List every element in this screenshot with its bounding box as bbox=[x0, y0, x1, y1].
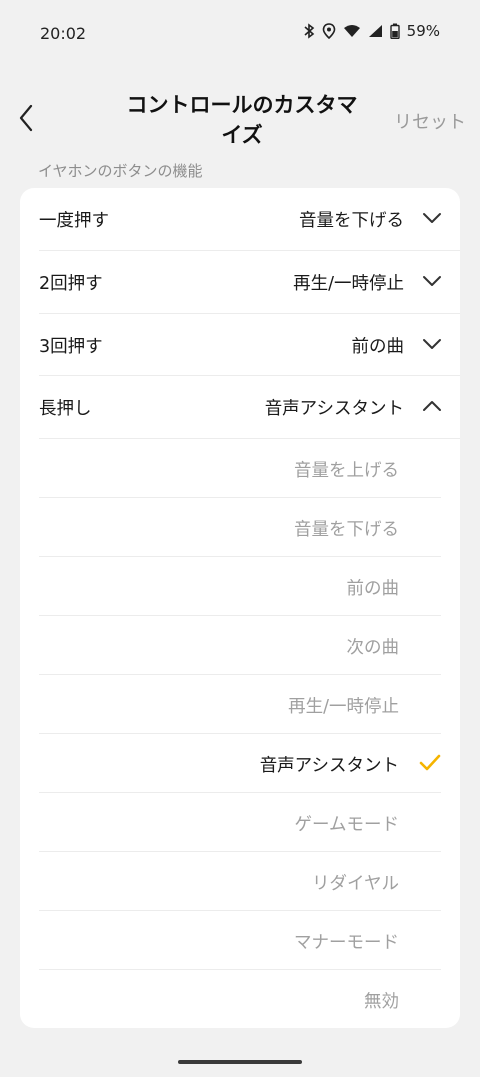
page-title: コントロールのカスタマイズ bbox=[126, 93, 358, 147]
row-label: 2回押す bbox=[39, 274, 103, 294]
row-value: 再生/一時停止 bbox=[293, 274, 404, 294]
option-label: 音声アシスタント bbox=[259, 756, 399, 776]
row-value: 前の曲 bbox=[351, 337, 405, 357]
row-label: 一度押す bbox=[39, 211, 109, 231]
check-icon bbox=[419, 753, 441, 773]
location-icon bbox=[322, 23, 336, 39]
row-value: 音声アシスタント bbox=[264, 399, 404, 419]
option-label: ゲームモード bbox=[294, 815, 399, 835]
setting-row-triple-press[interactable]: 3回押す 前の曲 bbox=[20, 314, 460, 376]
cellular-signal-icon bbox=[368, 24, 383, 38]
setting-row-long-press[interactable]: 長押し 音声アシスタント bbox=[20, 376, 460, 438]
option-item[interactable]: 無効 bbox=[39, 970, 441, 1029]
option-item[interactable]: 音量を上げる bbox=[39, 439, 441, 498]
option-item[interactable]: 再生/一時停止 bbox=[39, 675, 441, 734]
bluetooth-icon bbox=[303, 23, 315, 39]
option-label: 無効 bbox=[364, 992, 399, 1012]
battery-icon bbox=[389, 23, 400, 39]
option-item[interactable]: 前の曲 bbox=[39, 557, 441, 616]
status-icons: 59% bbox=[303, 22, 440, 40]
option-item[interactable]: 音量を下げる bbox=[39, 498, 441, 557]
battery-percent: 59% bbox=[406, 22, 440, 40]
option-item[interactable]: ゲームモード bbox=[39, 793, 441, 852]
option-label: 音量を上げる bbox=[294, 461, 399, 481]
option-item-selected[interactable]: 音声アシスタント bbox=[39, 734, 441, 793]
button-function-card: 一度押す 音量を下げる 2回押す 再生/一時停止 3回押す 前の曲 長押し 音声… bbox=[20, 188, 460, 1028]
chevron-up-icon bbox=[422, 398, 442, 412]
chevron-left-icon bbox=[18, 104, 34, 136]
wifi-icon bbox=[343, 24, 361, 38]
chevron-down-icon bbox=[422, 210, 442, 224]
option-item[interactable]: 次の曲 bbox=[39, 616, 441, 675]
chevron-down-icon bbox=[422, 336, 442, 350]
option-label: 前の曲 bbox=[346, 579, 400, 599]
row-label: 長押し bbox=[39, 399, 92, 419]
option-label: 次の曲 bbox=[346, 638, 400, 658]
option-label: 音量を下げる bbox=[294, 520, 399, 540]
section-label: イヤホンのボタンの機能 bbox=[38, 162, 203, 180]
setting-row-single-press[interactable]: 一度押す 音量を下げる bbox=[20, 188, 460, 250]
option-label: マナーモード bbox=[294, 933, 399, 953]
option-label: リダイヤル bbox=[312, 874, 399, 894]
option-item[interactable]: リダイヤル bbox=[39, 852, 441, 911]
status-bar: 20:02 59% bbox=[0, 0, 480, 68]
option-label: 再生/一時停止 bbox=[288, 697, 399, 717]
header: コントロールのカスタマイズ リセット bbox=[0, 88, 480, 158]
reset-button[interactable]: リセット bbox=[394, 108, 466, 134]
row-value: 音量を下げる bbox=[299, 211, 404, 231]
status-time: 20:02 bbox=[40, 24, 87, 43]
back-button[interactable] bbox=[8, 100, 44, 140]
chevron-down-icon bbox=[422, 273, 442, 287]
home-indicator[interactable] bbox=[178, 1060, 302, 1064]
option-item[interactable]: マナーモード bbox=[39, 911, 441, 970]
row-label: 3回押す bbox=[39, 337, 103, 357]
setting-row-double-press[interactable]: 2回押す 再生/一時停止 bbox=[20, 251, 460, 313]
